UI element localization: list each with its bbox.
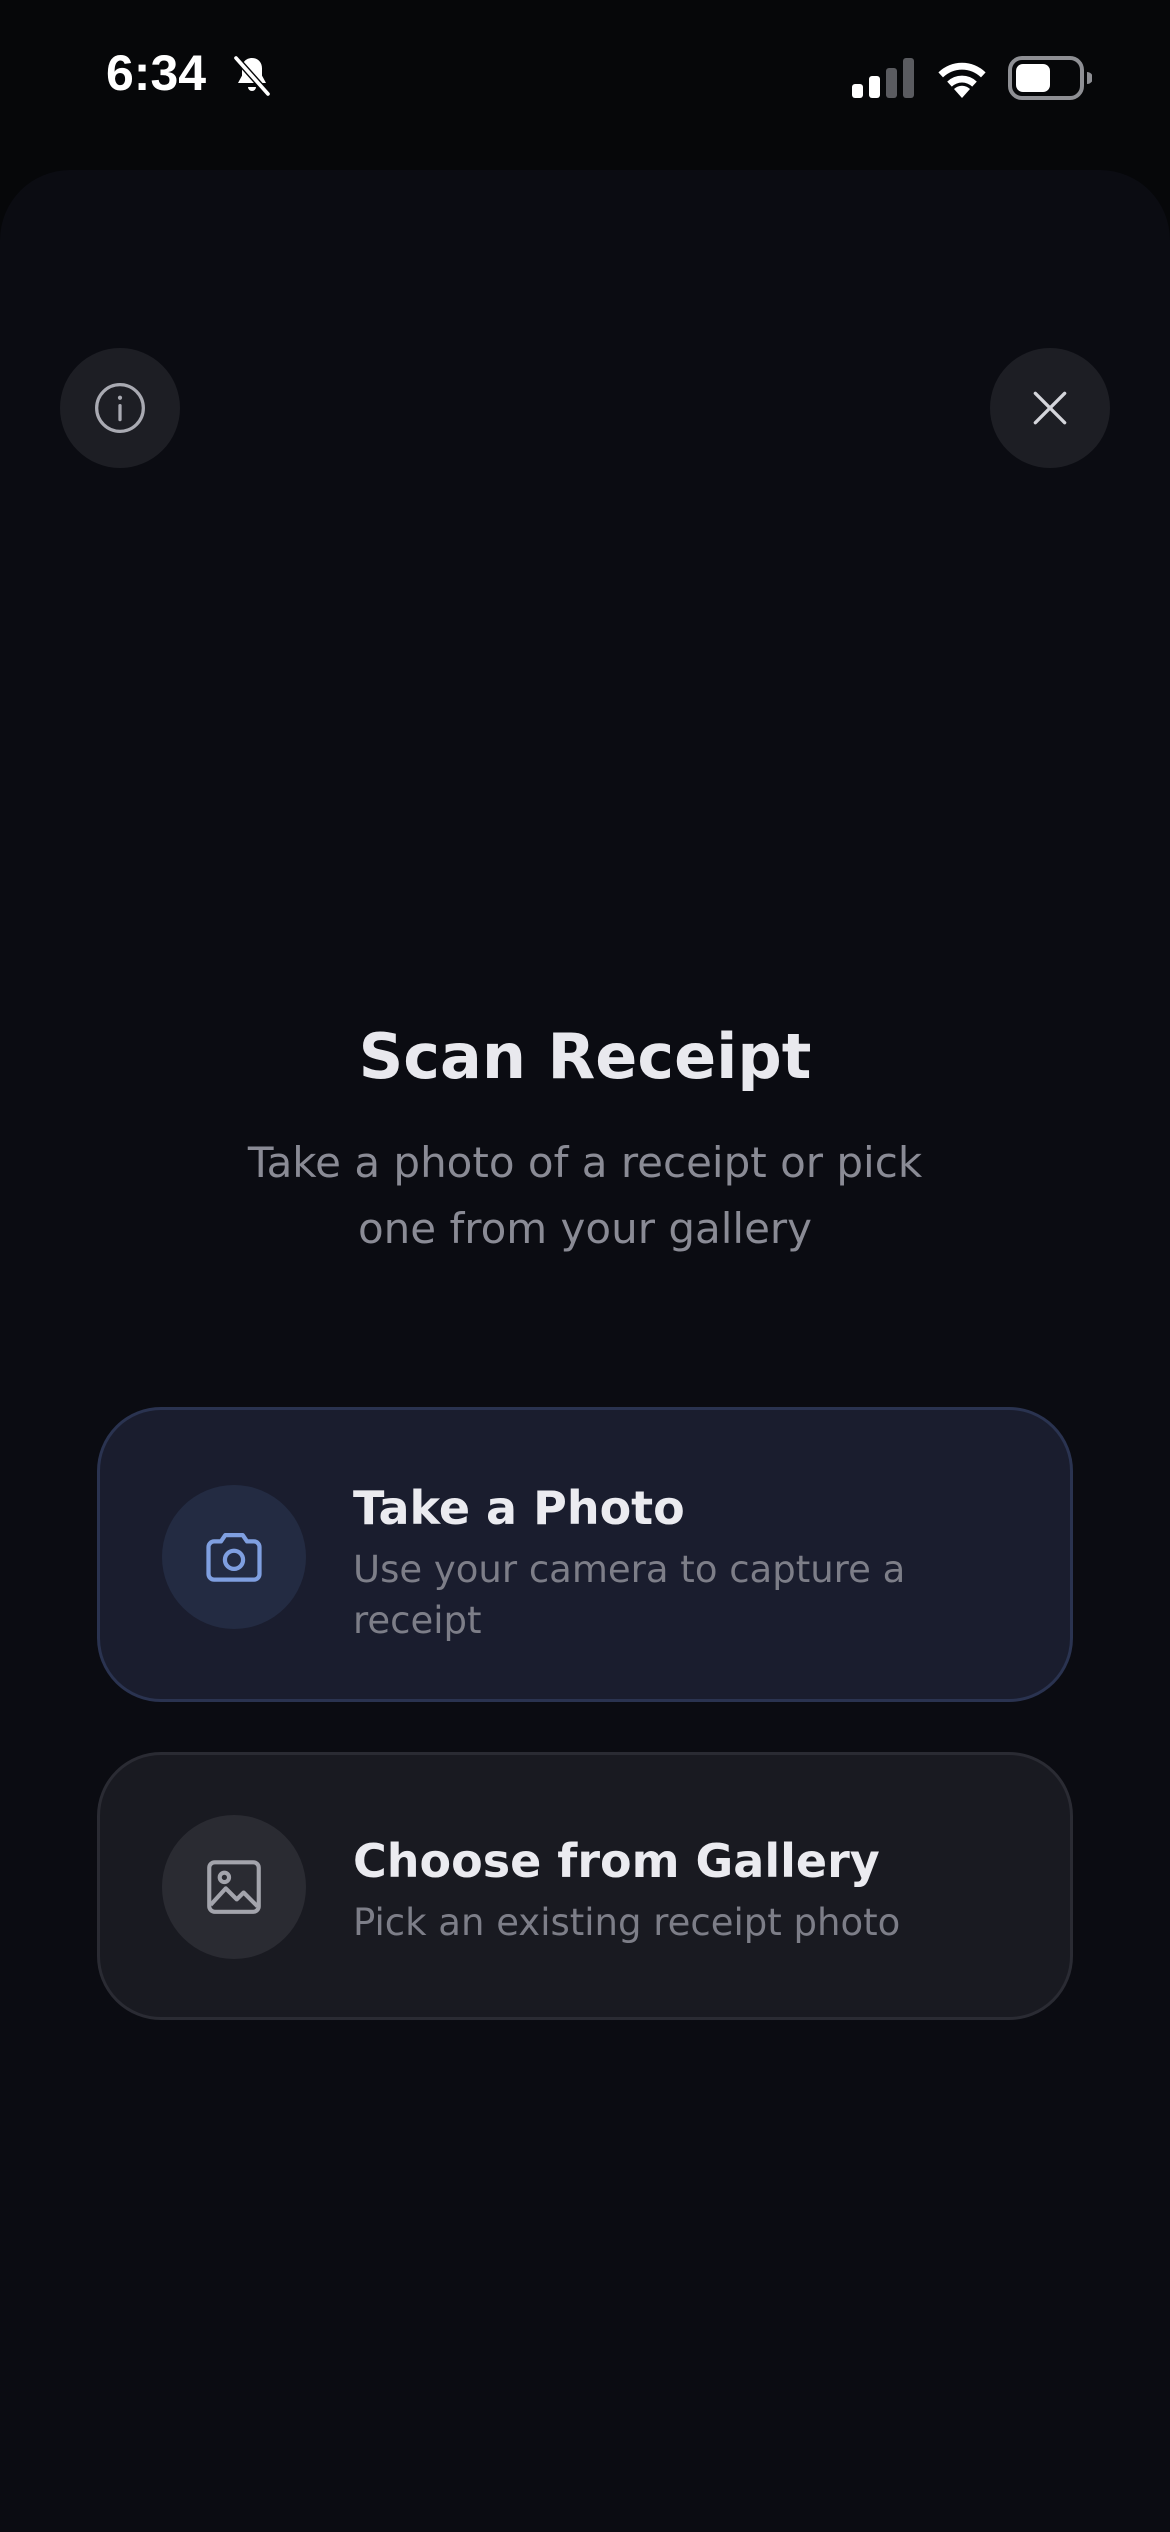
- choose-gallery-option[interactable]: Choose from Gallery Pick an existing rec…: [97, 1752, 1073, 2020]
- wifi-icon: [938, 62, 986, 98]
- status-time: 6:34: [106, 45, 207, 101]
- info-circle-icon: [95, 383, 145, 433]
- info-button[interactable]: [60, 348, 180, 468]
- choose-gallery-text: Choose from Gallery Pick an existing rec…: [353, 1831, 1033, 1948]
- take-photo-icon-badge: [162, 1485, 306, 1629]
- option-description: Pick an existing receipt photo: [353, 1901, 901, 1944]
- page-title: Scan Receipt: [358, 1020, 812, 1093]
- take-photo-option[interactable]: Take a Photo Use your camera to capture …: [97, 1407, 1073, 1702]
- take-photo-text: Take a Photo Use your camera to capture …: [353, 1478, 1033, 1646]
- bell-slash-icon: [233, 55, 271, 97]
- scan-receipt-screen: 6:34 Scan Receipt Take a photo of a rece…: [0, 0, 1170, 2532]
- scan-receipt-sheet: Scan Receipt Take a photo of a receipt o…: [0, 170, 1170, 2532]
- page-subtitle: Take a photo of a receipt or pick one fr…: [247, 1138, 923, 1253]
- gallery-icon-badge: [162, 1815, 306, 1959]
- close-button[interactable]: [990, 348, 1110, 468]
- camera-icon: [206, 1533, 262, 1582]
- status-bar: 6:34: [0, 0, 1170, 160]
- option-description: Use your camera to capture a receipt: [353, 1548, 906, 1642]
- image-icon: [207, 1860, 261, 1914]
- close-icon: [1033, 391, 1067, 425]
- option-title: Choose from Gallery: [353, 1834, 880, 1888]
- cellular-signal-icon: [852, 58, 914, 98]
- battery-icon: [1008, 56, 1092, 100]
- option-title: Take a Photo: [353, 1481, 685, 1535]
